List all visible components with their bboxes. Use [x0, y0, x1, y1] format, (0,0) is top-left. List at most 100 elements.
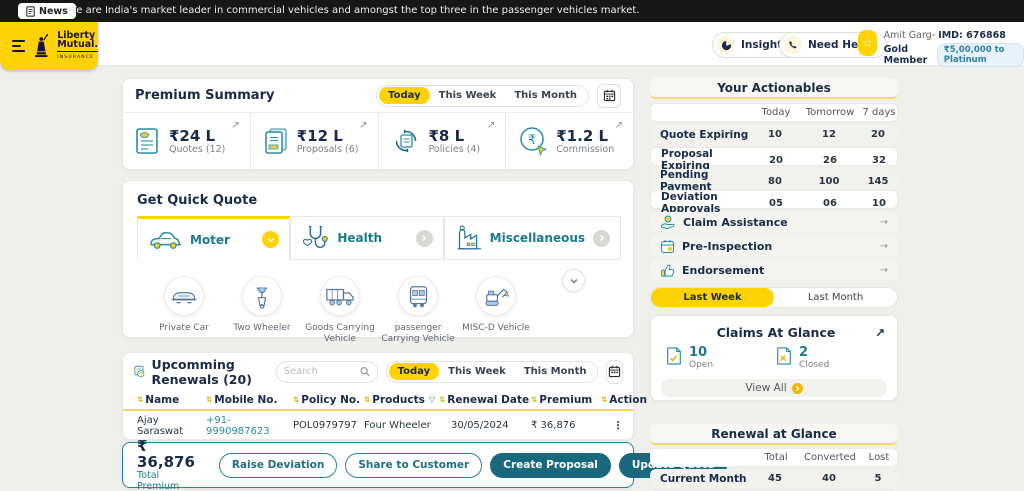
cell-name: Ajay Saraswat	[137, 415, 206, 437]
filter-icon[interactable]: ▽	[429, 395, 435, 404]
tab-this-week[interactable]: This Week	[430, 87, 506, 104]
share-to-customer-button[interactable]: Share to Customer	[345, 453, 482, 478]
column-mobile[interactable]: ⇅Mobile No.	[206, 394, 293, 406]
tab-today[interactable]: Today	[379, 87, 429, 104]
category-private-car[interactable]: Private Car	[145, 276, 223, 345]
chevron-right-icon	[416, 230, 433, 247]
sort-icon[interactable]: ⇅	[601, 395, 607, 404]
cell-mobile[interactable]: +91-9990987623	[206, 415, 293, 437]
news-ticker-text: We are India's market leader in commerci…	[67, 5, 639, 16]
column-name[interactable]: ⇅Name	[137, 394, 206, 406]
cell-renewal-date: 30/05/2024	[439, 420, 531, 431]
tab-miscellaneous[interactable]: Miscellaneous	[444, 216, 621, 260]
sort-icon[interactable]: ⇅	[206, 395, 212, 404]
cell-product: Four Wheeler	[364, 420, 439, 431]
svg-text:₹: ₹	[528, 133, 536, 148]
pre-inspection-calendar-icon	[660, 239, 675, 254]
calendar-icon	[608, 365, 621, 378]
brand-wordmark: Liberty Mutual. INSURANCE	[57, 31, 98, 62]
brand-logo-block: Liberty Mutual. INSURANCE	[0, 22, 98, 70]
quick-quote-title: Get Quick Quote	[123, 181, 633, 216]
actionable-row-quote-expiring[interactable]: Quote Expiring 10 12 20	[650, 125, 898, 144]
table-row[interactable]: Ajay Saraswat +91-9990987623 POL0979797 …	[123, 411, 633, 440]
column-policy[interactable]: ⇅Policy No.	[293, 394, 364, 406]
actionable-row-deviation-approvals[interactable]: Deviation Approvals 05 06 10	[650, 190, 898, 209]
pre-inspection-link[interactable]: Pre-Inspection →	[650, 236, 898, 256]
open-link-icon[interactable]: ↗	[487, 120, 495, 131]
user-name-line: Amit Garg- IMD: 676868	[884, 30, 1024, 41]
raise-deviation-button[interactable]: Raise Deviation	[219, 453, 337, 478]
column-premium[interactable]: ⇅Premium	[531, 394, 601, 406]
toggle-last-week[interactable]: Last Week	[651, 288, 774, 307]
column-action[interactable]: ⇅Action	[601, 394, 635, 406]
open-claims-icon[interactable]: ↗	[875, 326, 885, 340]
user-profile-chip[interactable]: ☆ Amit Garg- IMD: 676868 Gold Member ₹5,…	[858, 30, 1024, 67]
sort-icon[interactable]: ⇅	[137, 395, 143, 404]
sort-icon[interactable]: ⇅	[364, 395, 370, 404]
claims-open-stat[interactable]: 10Open	[665, 346, 713, 370]
tab-health[interactable]: Health	[290, 216, 443, 260]
tab-today[interactable]: Today	[389, 363, 439, 380]
category-two-wheeler[interactable]: Two Wheeler	[223, 276, 301, 345]
open-link-icon[interactable]: ↗	[359, 120, 367, 131]
sort-icon[interactable]: ⇅	[293, 395, 299, 404]
search-input[interactable]	[284, 366, 360, 377]
category-passenger-vehicle[interactable]: passenger Carrying Vehicle	[379, 276, 457, 345]
tab-moter[interactable]: Moter	[137, 216, 290, 260]
metric-policies[interactable]: ₹8 LPolicies (4) ↗	[379, 113, 507, 169]
calendar-button[interactable]	[597, 84, 621, 108]
renewals-title: Upcomming Renewals (20)	[152, 357, 276, 387]
metric-quotes[interactable]: ₹24 LQuotes (12) ↗	[123, 113, 251, 169]
calendar-button[interactable]	[606, 360, 623, 384]
metric-commission[interactable]: ₹ ₹1.2 LCommission ↗	[506, 113, 633, 169]
create-proposal-button[interactable]: Create Proposal	[490, 453, 611, 478]
quick-quote-card: Get Quick Quote Moter Health Miscellaneo…	[122, 180, 634, 338]
claim-assistance-icon	[660, 215, 676, 230]
toggle-last-month[interactable]: Last Month	[774, 288, 897, 307]
renewals-search[interactable]	[276, 361, 378, 383]
renewal-glance-title: Renewal at Glance	[650, 424, 898, 445]
column-renewal-date[interactable]: ⇅Renewal Date	[439, 394, 531, 406]
renewals-table-header: ⇅Name ⇅Mobile No. ⇅Policy No. ⇅Products▽…	[123, 390, 633, 411]
category-misc-d-vehicle[interactable]: MISC-D Vehicle	[457, 276, 535, 345]
premium-period-tabs: Today This Week This Month	[376, 85, 589, 107]
sort-icon[interactable]: ⇅	[531, 395, 537, 404]
open-link-icon[interactable]: ↗	[615, 120, 623, 131]
actionables-title: Your Actionables	[650, 78, 898, 99]
endorsement-thumbs-up-icon	[660, 263, 675, 278]
premium-summary-card: Premium Summary Today This Week This Mon…	[122, 78, 634, 170]
liberty-statue-icon	[33, 32, 50, 60]
car-icon	[148, 229, 182, 251]
actionables-column-header: Today Tomorrow 7 days	[650, 103, 898, 122]
membership-tier: Gold Member	[884, 44, 933, 66]
endorsement-link[interactable]: Endorsement →	[650, 260, 898, 280]
news-doc-icon	[26, 6, 35, 17]
renewals-doc-refresh-icon	[133, 362, 146, 381]
tab-this-week[interactable]: This Week	[439, 363, 515, 380]
selection-action-bar: ₹ 36,876 Total Premium Raise Deviation S…	[122, 442, 634, 488]
sort-icon[interactable]: ⇅	[439, 395, 445, 404]
open-link-icon[interactable]: ↗	[231, 120, 239, 131]
renewals-period-tabs: Today This Week This Month	[386, 361, 599, 383]
phone-icon	[784, 36, 802, 54]
actionable-row-proposal-expiring[interactable]: Proposal Expiring 20 26 32	[650, 147, 898, 166]
tab-this-month[interactable]: This Month	[505, 87, 586, 104]
hamburger-menu-icon[interactable]	[12, 40, 25, 52]
row-actions-menu-icon[interactable]: ⋮	[601, 419, 635, 432]
actionable-row-pending-payment[interactable]: Pending Payment 80 100 145	[650, 169, 898, 188]
view-all-button[interactable]: View All	[661, 379, 887, 397]
metric-proposals[interactable]: ₹12 LProposals (6) ↗	[251, 113, 379, 169]
tab-this-month[interactable]: This Month	[515, 363, 596, 380]
chevron-right-icon	[593, 230, 610, 247]
column-products[interactable]: ⇅Products▽	[364, 394, 439, 406]
claims-closed-stat[interactable]: 2Closed	[775, 346, 829, 370]
calendar-icon	[603, 89, 616, 102]
more-categories-chevron-icon[interactable]	[562, 269, 585, 292]
commission-rupee-icon: ₹	[518, 126, 548, 156]
claims-at-glance-card: Claims At Glance ↗ 10Open 2Closed View A…	[650, 315, 898, 401]
claim-assistance-link[interactable]: Claim Assistance →	[650, 212, 898, 232]
renewal-glance-row-current-month[interactable]: Current Month 45 40 5	[650, 469, 898, 488]
total-premium-label: Total Premium	[137, 470, 195, 491]
stethoscope-icon	[301, 223, 329, 253]
category-goods-vehicle[interactable]: Goods Carrying Vehicle	[301, 276, 379, 345]
